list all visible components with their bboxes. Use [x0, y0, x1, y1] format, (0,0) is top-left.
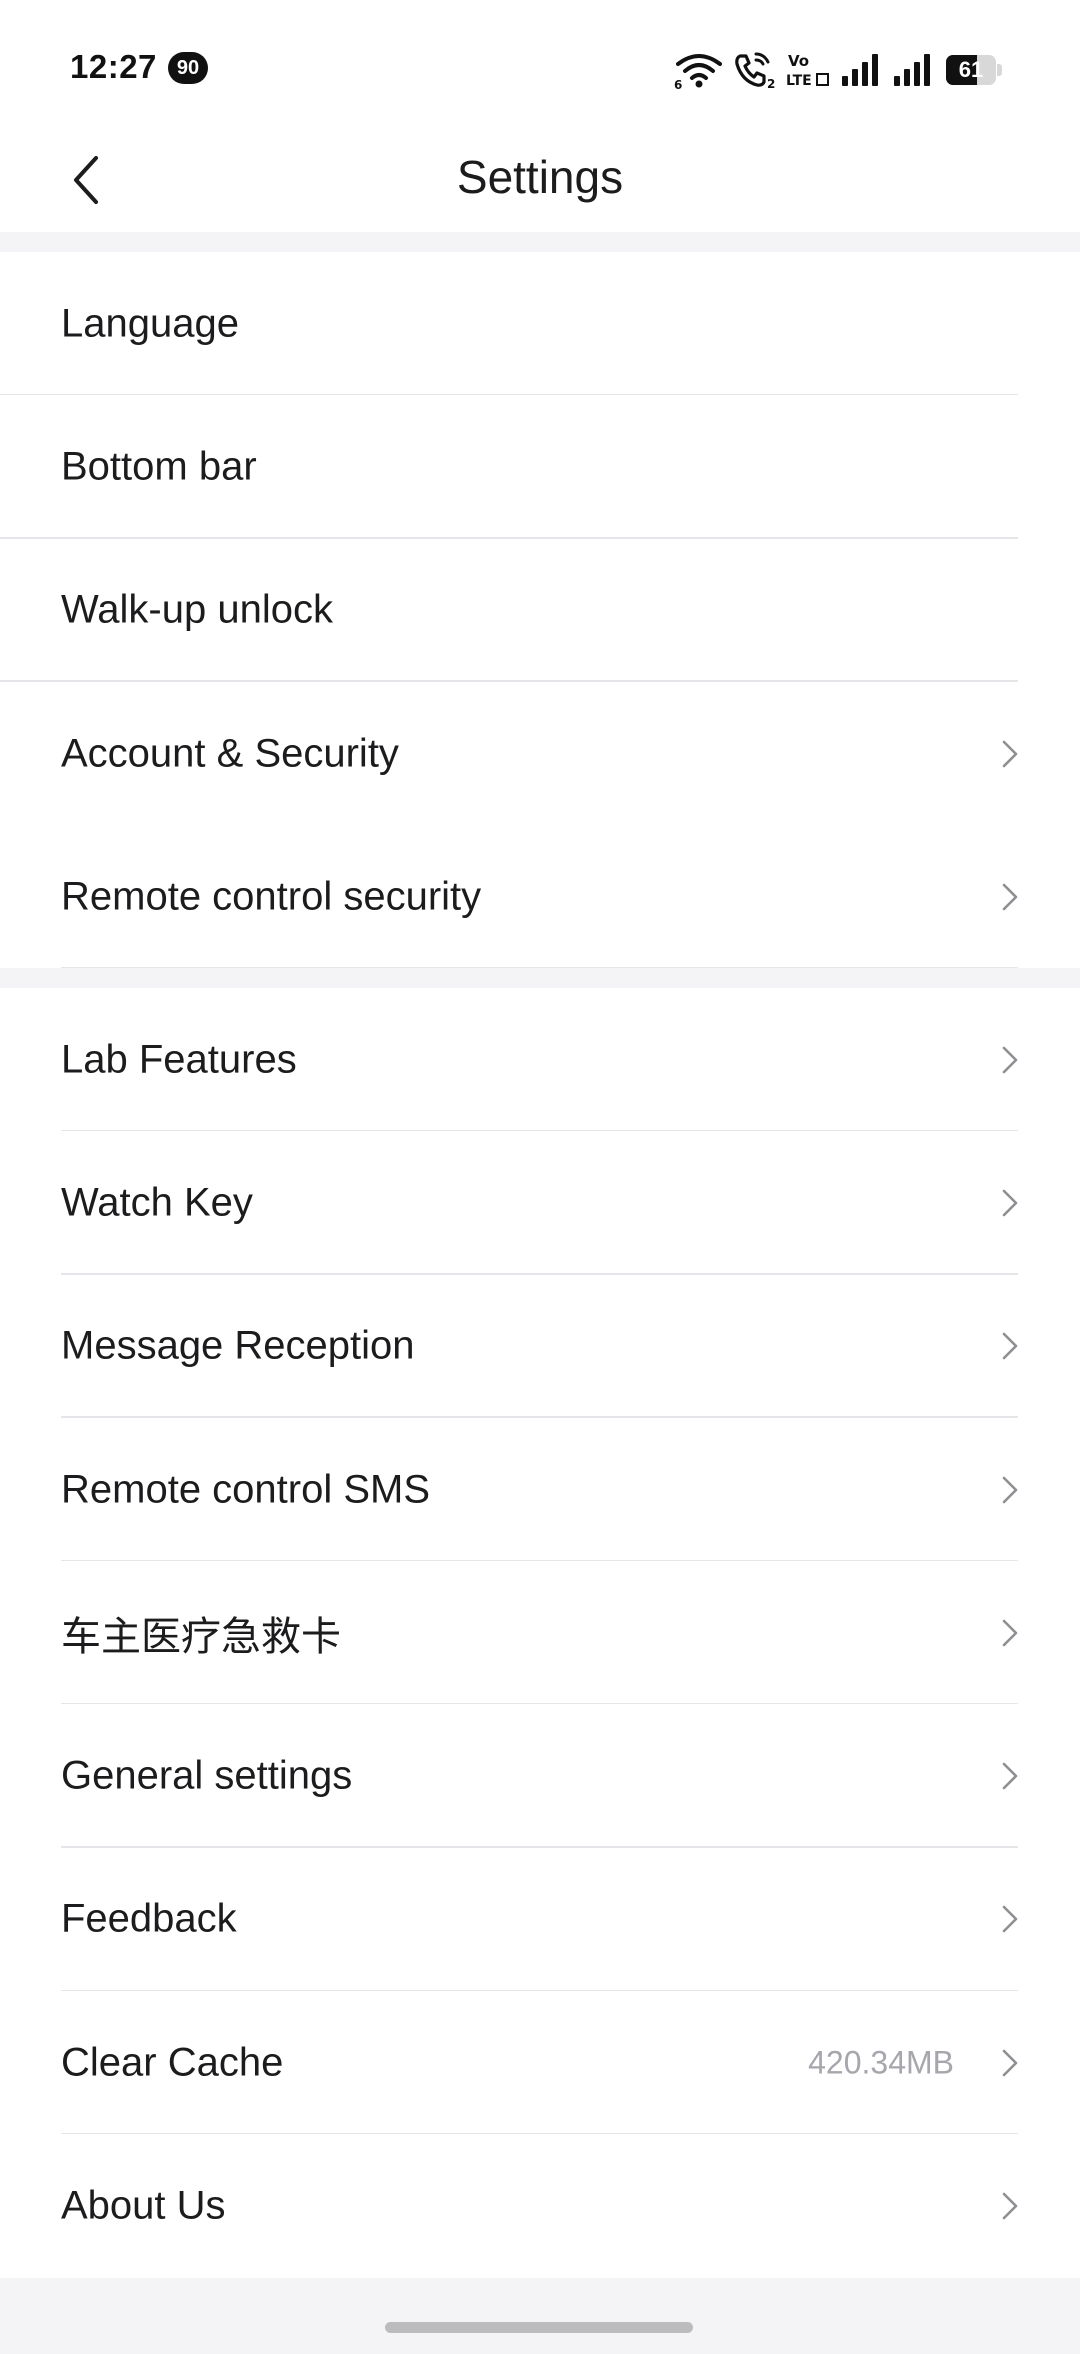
settings-row-watch-key[interactable]: Watch Key — [0, 1131, 1080, 1275]
settings-row-remote-control-security[interactable]: Remote control security — [0, 825, 1080, 969]
settings-row-walk-up-unlock[interactable]: Walk-up unlock — [0, 539, 1080, 682]
battery-icon: 61 — [946, 55, 1002, 85]
settings-row-account-security[interactable]: Account & Security — [0, 682, 1080, 825]
chevron-right-icon — [1002, 2049, 1018, 2077]
signal-2-icon — [894, 54, 930, 86]
settings-row-lab-features[interactable]: Lab Features — [0, 988, 1080, 1132]
settings-group-1: Language Bottom bar Walk-up unlock Accou… — [0, 252, 1080, 969]
row-label: General settings — [61, 1753, 353, 1798]
row-label: Walk-up unlock — [61, 587, 333, 632]
row-label: Bottom bar — [61, 444, 257, 489]
svg-text:6: 6 — [674, 78, 682, 90]
chevron-right-icon — [1002, 1619, 1018, 1647]
wifi-6-icon: 6 — [674, 54, 722, 90]
chevron-right-icon — [1002, 740, 1018, 767]
header: Settings — [0, 130, 1080, 232]
svg-text:Vo: Vo — [788, 52, 809, 70]
settings-row-bottom-bar[interactable]: Bottom bar — [0, 395, 1080, 539]
row-label: 车主医疗急救卡 — [61, 1614, 341, 1659]
row-label: Feedback — [61, 1896, 237, 1941]
chevron-right-icon — [1002, 883, 1018, 911]
chevron-right-icon — [1002, 1762, 1018, 1790]
page-title: Settings — [456, 151, 624, 203]
settings-row-medical-emergency-card[interactable]: 车主医疗急救卡 — [0, 1561, 1080, 1705]
chevron-right-icon — [1002, 1476, 1018, 1503]
row-label: Remote control security — [61, 874, 482, 919]
settings-row-language[interactable]: Language — [0, 252, 1080, 396]
signal-1-icon — [842, 54, 878, 86]
settings-row-message-reception[interactable]: Message Reception — [0, 1275, 1080, 1418]
settings-row-general-settings[interactable]: General settings — [0, 1704, 1080, 1848]
status-bar: 12:27 90 6 2 Vo LTE 61 — [0, 0, 1080, 130]
divider — [61, 966, 1018, 969]
volte-icon: Vo LTE — [786, 52, 829, 89]
svg-text:2: 2 — [767, 77, 775, 90]
chevron-right-icon — [1002, 2192, 1018, 2220]
row-label: Remote control SMS — [61, 1467, 431, 1512]
home-indicator[interactable] — [385, 2322, 693, 2333]
row-label: Language — [61, 301, 239, 346]
chevron-right-icon — [1002, 1906, 1018, 1933]
settings-row-clear-cache[interactable]: Clear Cache 420.34MB — [0, 1991, 1080, 2135]
row-label: Message Reception — [61, 1323, 415, 1368]
chevron-right-icon — [1002, 1189, 1018, 1217]
settings-row-remote-control-sms[interactable]: Remote control SMS — [0, 1418, 1080, 1562]
status-time: 12:27 — [70, 48, 157, 85]
wifi-call-icon: 2 — [735, 52, 775, 90]
battery-level: 61 — [958, 57, 984, 82]
chevron-right-icon — [1002, 1332, 1018, 1360]
row-label: Watch Key — [61, 1180, 253, 1225]
settings-row-feedback[interactable]: Feedback — [0, 1848, 1080, 1992]
settings-row-about-us[interactable]: About Us — [0, 2134, 1080, 2277]
row-label: About Us — [61, 2183, 226, 2228]
row-label: Lab Features — [61, 1037, 297, 1082]
cache-size-value: 420.34MB — [808, 2044, 954, 2081]
row-label: Clear Cache — [61, 2040, 284, 2085]
settings-group-2: Lab Features Watch Key Message Reception… — [0, 988, 1080, 2278]
notification-badge: 90 — [168, 52, 208, 84]
status-icons: 6 2 Vo LTE 61 — [674, 46, 1002, 94]
svg-text:LTE: LTE — [786, 73, 812, 89]
row-label: Account & Security — [61, 731, 399, 776]
chevron-right-icon — [1002, 1046, 1018, 1073]
